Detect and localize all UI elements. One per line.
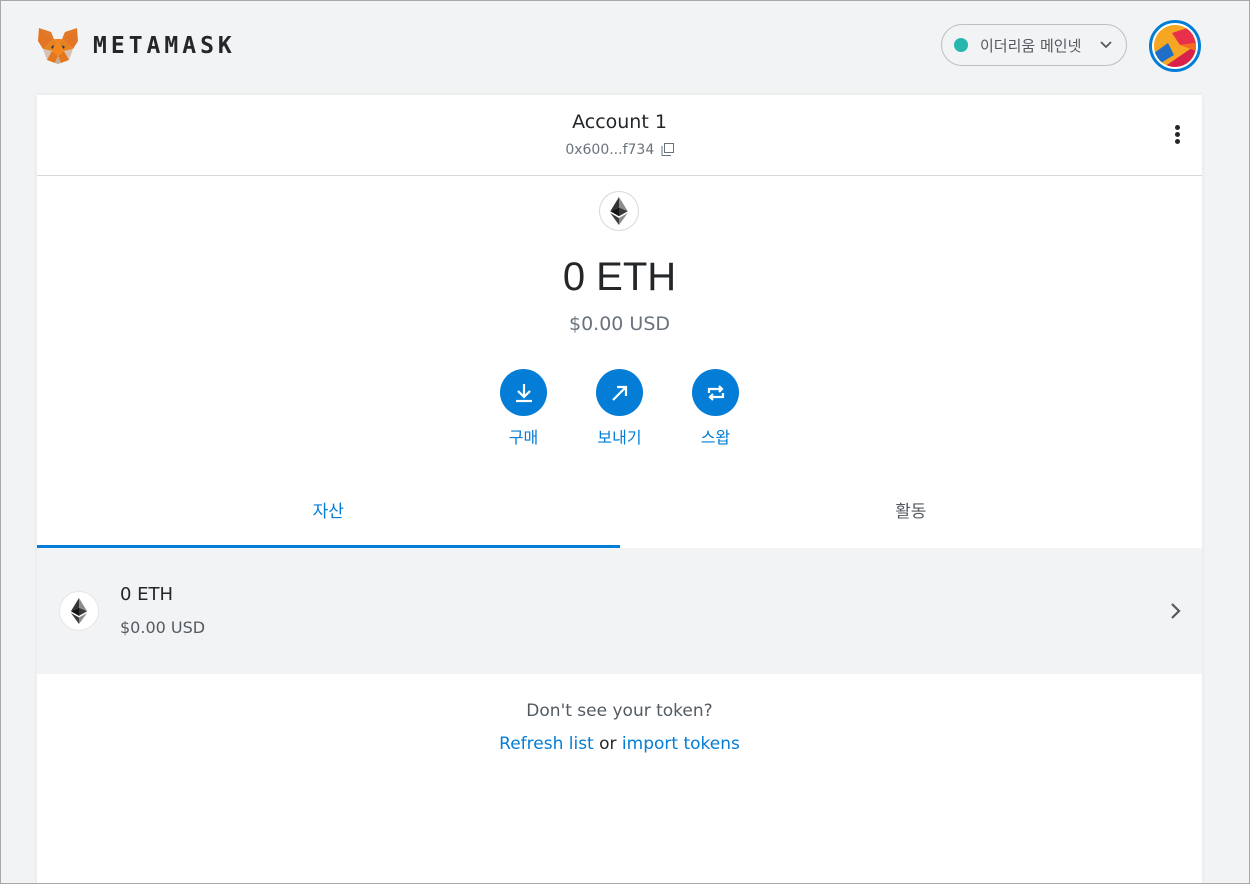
asset-list-item[interactable]: 0 ETH $0.00 USD <box>37 548 1202 674</box>
download-icon <box>515 383 532 402</box>
chevron-right-icon <box>1171 603 1181 619</box>
network-status-dot <box>954 38 968 52</box>
account-name[interactable]: Account 1 <box>37 111 1202 133</box>
account-address-text: 0x600...f734 <box>565 142 655 158</box>
buy-circle <box>500 369 547 416</box>
account-bar: Account 1 0x600...f734 <box>37 95 1202 176</box>
tab-assets[interactable]: 자산 <box>37 479 620 548</box>
balance-primary: 0 ETH <box>562 255 677 299</box>
network-selector[interactable]: 이더리움 메인넷 <box>941 24 1127 66</box>
missing-token-prompt: Don't see your token? <box>526 701 713 721</box>
copy-icon[interactable] <box>661 143 674 156</box>
wallet-actions: 구매 보내기 스왑 <box>37 369 1202 448</box>
fox-icon <box>38 28 78 64</box>
asset-fiat-value: $0.00 USD <box>120 618 206 637</box>
balance-secondary: $0.00 USD <box>568 313 671 335</box>
brand-wordmark: METAMASK <box>93 33 236 59</box>
asset-amount: 0 ETH <box>120 584 174 605</box>
swap-circle <box>692 369 739 416</box>
buy-button[interactable]: 구매 <box>500 369 548 448</box>
tab-activity[interactable]: 활동 <box>620 479 1203 548</box>
identicon <box>1154 25 1196 67</box>
send-label: 보내기 <box>597 428 642 447</box>
token-links: Refresh list or import tokens <box>37 734 1202 754</box>
metamask-logo[interactable]: METAMASK <box>37 27 236 65</box>
refresh-list-link[interactable]: Refresh list <box>499 734 594 754</box>
buy-label: 구매 <box>508 428 539 447</box>
arrow-up-right-icon <box>611 385 627 401</box>
send-circle <box>596 369 643 416</box>
account-options-menu-icon[interactable] <box>1165 123 1189 149</box>
asset-tabs: 자산 활동 <box>37 479 1202 548</box>
swap-icon <box>707 384 724 401</box>
wallet-card: Account 1 0x600...f734 0 ETH $0.00 USD 구… <box>37 95 1202 883</box>
ethereum-icon <box>599 191 639 231</box>
app-window: METAMASK 이더리움 메인넷 Account 1 0x600...f734… <box>0 0 1250 884</box>
chevron-down-icon <box>1100 41 1112 49</box>
swap-button[interactable]: 스왑 <box>692 369 740 448</box>
ethereum-token-icon <box>59 591 99 631</box>
identicon-pattern-icon <box>1154 25 1196 67</box>
account-address[interactable]: 0x600...f734 <box>37 142 1202 158</box>
app-header: METAMASK 이더리움 메인넷 <box>1 1 1249 91</box>
or-text: or <box>599 734 617 754</box>
send-button[interactable]: 보내기 <box>596 369 644 448</box>
import-tokens-link[interactable]: import tokens <box>622 734 740 754</box>
network-label: 이더리움 메인넷 <box>980 36 1082 55</box>
account-avatar[interactable] <box>1149 20 1201 72</box>
swap-label: 스왑 <box>700 428 731 447</box>
